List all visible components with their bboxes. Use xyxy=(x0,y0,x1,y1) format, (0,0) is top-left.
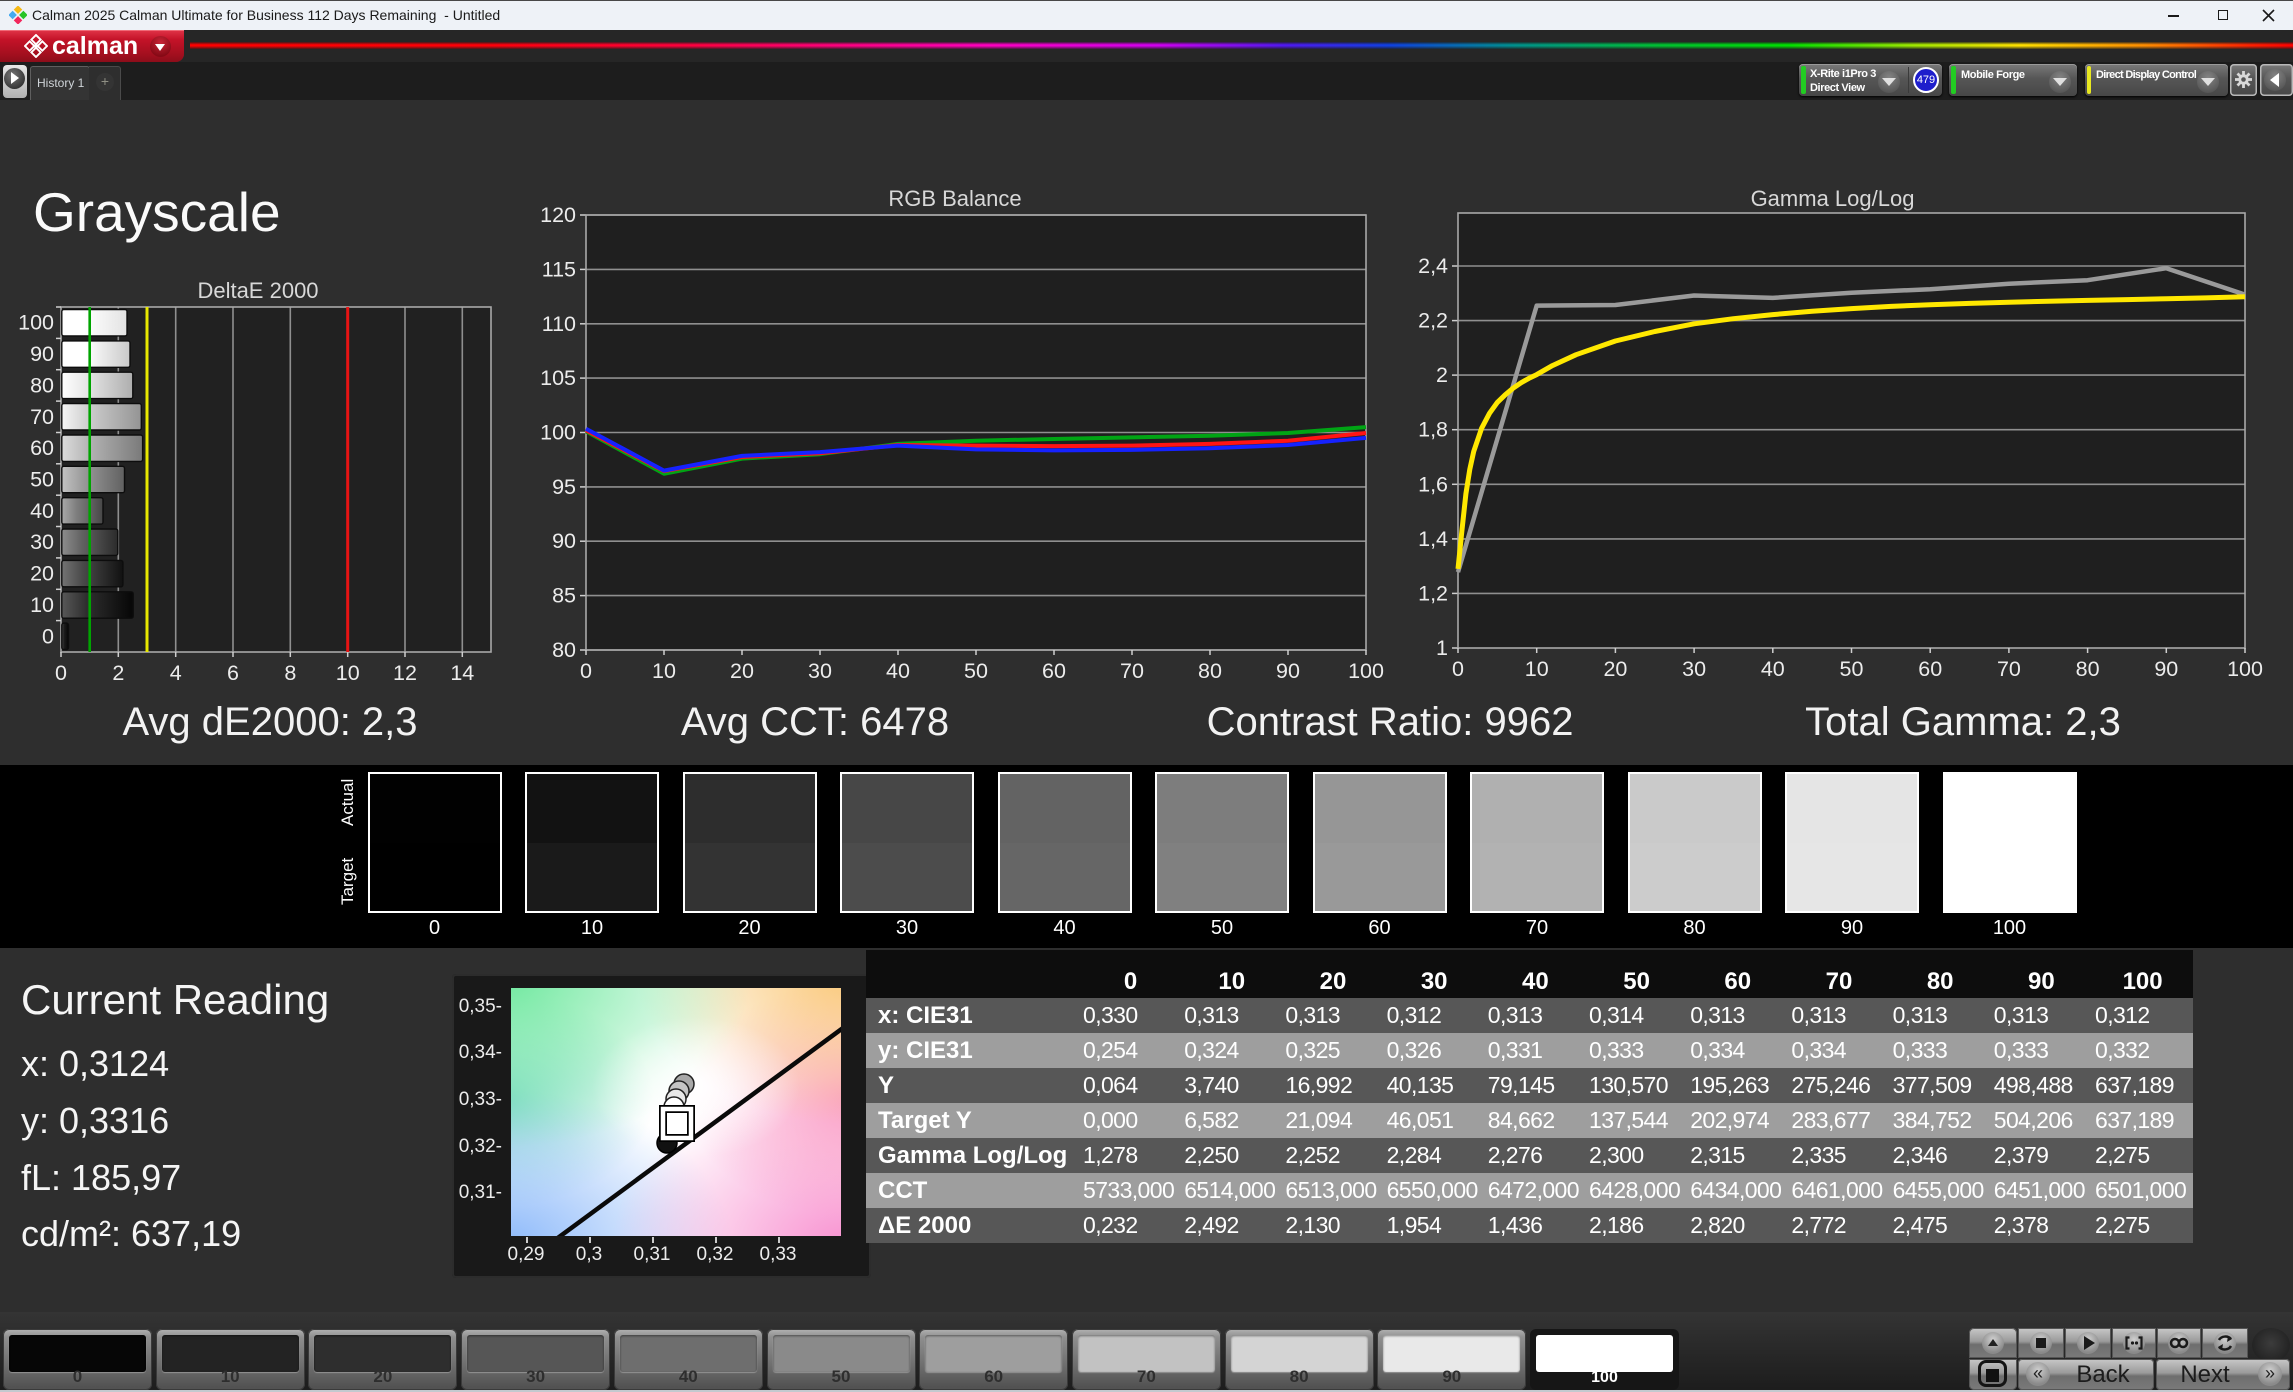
svg-text:6: 6 xyxy=(227,661,239,685)
svg-text:14: 14 xyxy=(450,661,474,685)
svg-text:20: 20 xyxy=(30,562,54,586)
svg-text:100: 100 xyxy=(540,421,576,445)
svg-text:40: 40 xyxy=(30,499,54,523)
svg-text:4: 4 xyxy=(170,661,182,685)
svg-text:70: 70 xyxy=(1997,657,2021,681)
svg-text:1: 1 xyxy=(1436,636,1448,660)
svg-text:90: 90 xyxy=(30,342,54,366)
svg-text:90: 90 xyxy=(1276,659,1300,683)
svg-text:10: 10 xyxy=(652,659,676,683)
svg-text:0: 0 xyxy=(580,659,592,683)
svg-text:50: 50 xyxy=(30,468,54,492)
svg-text:105: 105 xyxy=(540,366,576,390)
svg-text:10: 10 xyxy=(336,661,360,685)
svg-text:0: 0 xyxy=(42,624,54,648)
svg-text:20: 20 xyxy=(730,659,754,683)
svg-text:40: 40 xyxy=(886,659,910,683)
svg-text:100: 100 xyxy=(1348,659,1384,683)
svg-text:12: 12 xyxy=(393,661,417,685)
svg-text:1,6: 1,6 xyxy=(1418,472,1448,496)
svg-text:2: 2 xyxy=(1436,363,1448,387)
svg-text:70: 70 xyxy=(30,405,54,429)
svg-text:10: 10 xyxy=(1525,657,1549,681)
svg-text:90: 90 xyxy=(552,529,576,553)
svg-text:110: 110 xyxy=(542,312,576,336)
svg-text:100: 100 xyxy=(18,311,54,335)
svg-text:90: 90 xyxy=(2154,657,2178,681)
svg-text:30: 30 xyxy=(808,659,832,683)
svg-text:0: 0 xyxy=(55,661,67,685)
svg-text:80: 80 xyxy=(1198,659,1222,683)
svg-text:8: 8 xyxy=(284,661,296,685)
svg-text:60: 60 xyxy=(1042,659,1066,683)
svg-text:2,4: 2,4 xyxy=(1418,254,1448,278)
svg-text:85: 85 xyxy=(552,584,576,608)
svg-text:80: 80 xyxy=(2076,657,2100,681)
svg-text:0: 0 xyxy=(1452,657,1464,681)
svg-text:100: 100 xyxy=(2227,657,2263,681)
svg-text:80: 80 xyxy=(30,373,54,397)
svg-text:2,2: 2,2 xyxy=(1418,309,1448,333)
svg-text:40: 40 xyxy=(1761,657,1785,681)
svg-text:RGB Balance: RGB Balance xyxy=(888,186,1021,211)
svg-text:20: 20 xyxy=(1603,657,1627,681)
svg-text:120: 120 xyxy=(540,203,576,227)
svg-text:30: 30 xyxy=(1682,657,1706,681)
svg-text:70: 70 xyxy=(1120,659,1144,683)
svg-text:10: 10 xyxy=(30,593,54,617)
svg-text:60: 60 xyxy=(1918,657,1942,681)
svg-text:60: 60 xyxy=(30,436,54,460)
svg-text:115: 115 xyxy=(542,257,576,281)
svg-text:1,2: 1,2 xyxy=(1418,581,1448,605)
svg-text:50: 50 xyxy=(964,659,988,683)
svg-text:80: 80 xyxy=(552,638,576,662)
svg-text:DeltaE 2000: DeltaE 2000 xyxy=(197,278,318,303)
svg-text:1,8: 1,8 xyxy=(1418,418,1448,442)
svg-text:2: 2 xyxy=(112,661,124,685)
svg-text:Gamma Log/Log: Gamma Log/Log xyxy=(1751,186,1915,211)
svg-text:95: 95 xyxy=(552,475,576,499)
svg-text:50: 50 xyxy=(1840,657,1864,681)
svg-text:30: 30 xyxy=(30,530,54,554)
svg-text:1,4: 1,4 xyxy=(1418,527,1448,551)
